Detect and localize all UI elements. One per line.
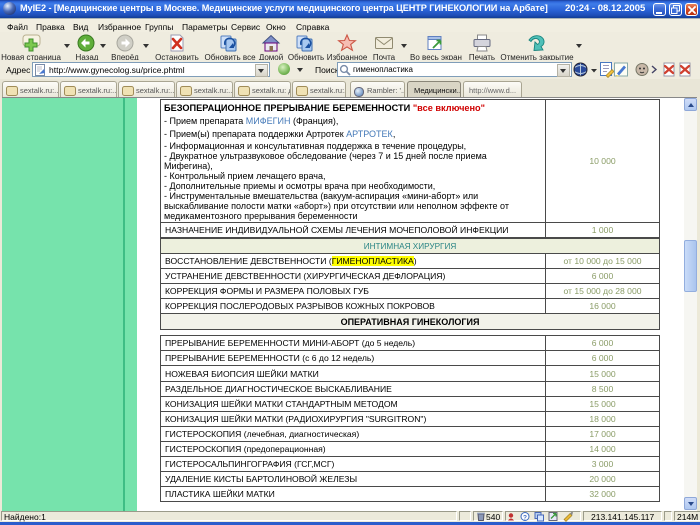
- svg-text:?: ?: [523, 514, 527, 521]
